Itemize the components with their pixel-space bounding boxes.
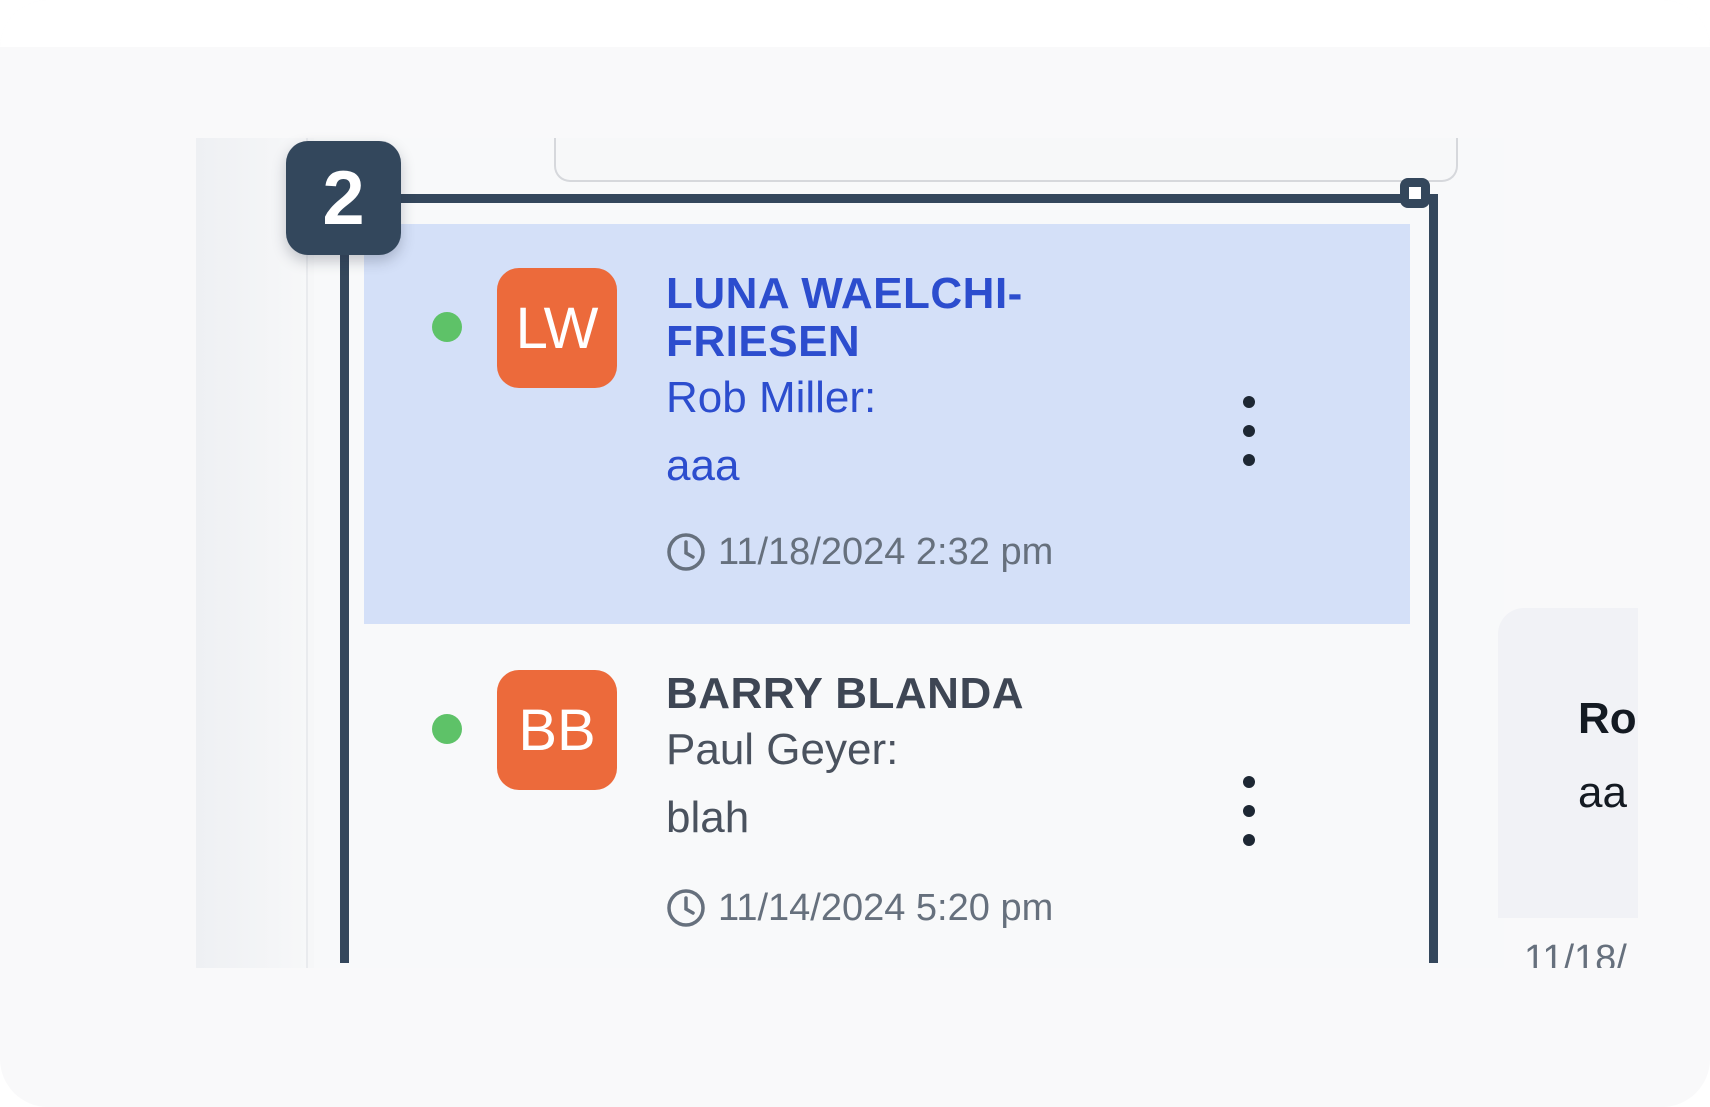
search-input[interactable] — [554, 138, 1458, 182]
message-detail-panel: Ro aa 11/18/ — [1498, 608, 1638, 968]
detail-message: aa — [1578, 768, 1627, 817]
detail-timestamp: 11/18/ — [1524, 938, 1627, 968]
message-bubble — [1498, 608, 1638, 918]
annotation-step-badge: 2 — [286, 141, 401, 255]
annotation-highlight-box — [340, 194, 1438, 963]
screenshot-card: LW LUNA WAELCHI- FRIESEN Rob Miller: aaa… — [0, 0, 1710, 1107]
top-band — [0, 0, 1710, 47]
detail-sender-name: Ro — [1578, 694, 1637, 743]
left-sidebar — [196, 138, 308, 968]
annotation-resize-handle — [1400, 178, 1430, 208]
